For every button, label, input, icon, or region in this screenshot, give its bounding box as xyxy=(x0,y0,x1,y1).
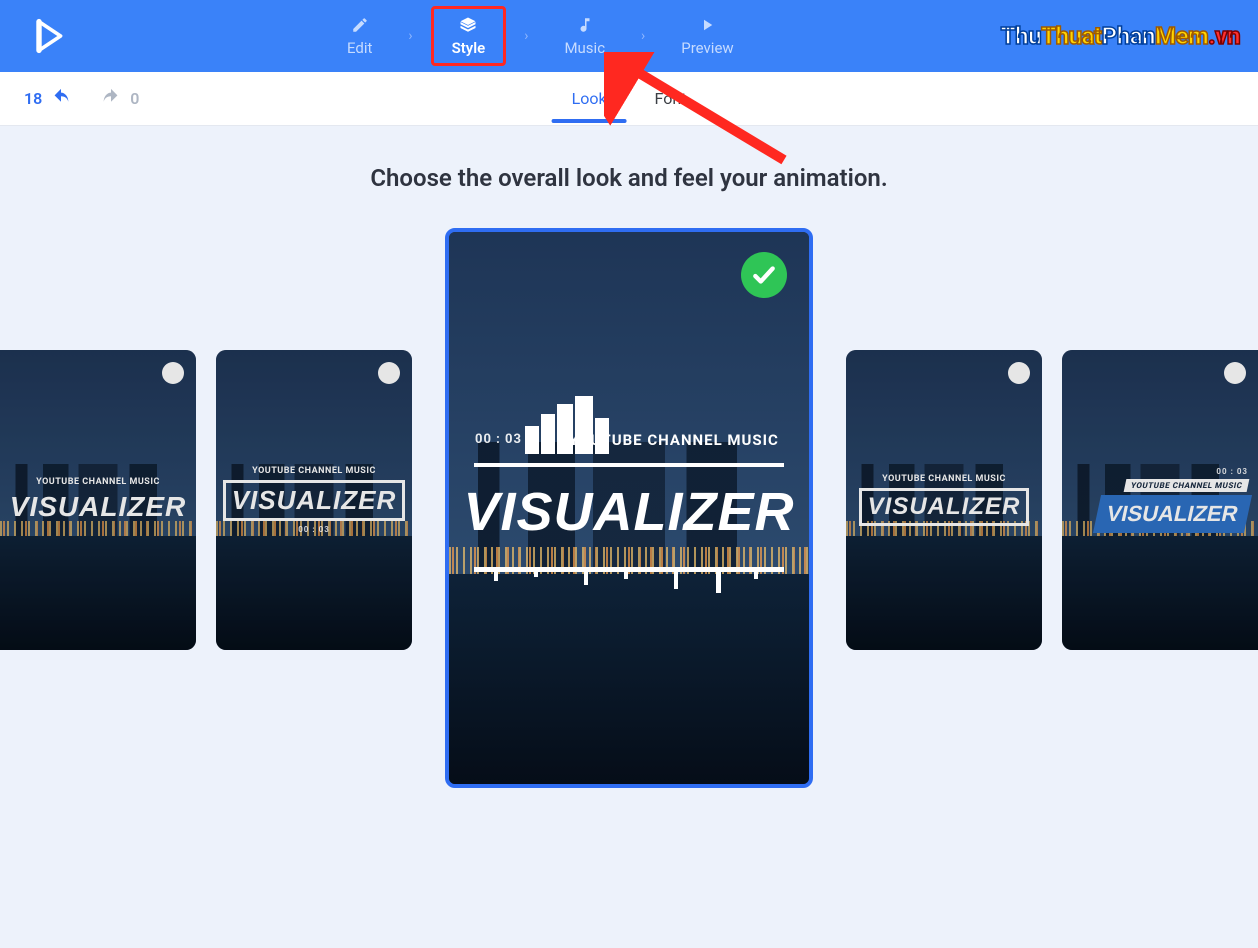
select-indicator[interactable] xyxy=(1224,362,1246,384)
redo-button[interactable]: 0 xyxy=(100,88,139,110)
watermark: ThuThuatPhanMem.vn xyxy=(1001,22,1240,50)
template-title: VISUALIZER xyxy=(10,491,186,523)
card-overlay: YOUTUBE CHANNEL MUSIC VISUALIZER xyxy=(0,350,196,650)
history-controls: 18 0 xyxy=(24,88,139,110)
style-card[interactable]: 00 : 03 YOUTUBE CHANNEL MUSIC VISUALIZER xyxy=(1062,350,1258,650)
selected-check-icon xyxy=(741,252,787,298)
equalizer-drip-icon xyxy=(474,567,784,593)
template-title: VISUALIZER xyxy=(223,480,406,521)
step-label: Music xyxy=(564,39,605,57)
template-title: VISUALIZER xyxy=(1093,495,1252,533)
step-style[interactable]: Style xyxy=(431,6,507,66)
redo-count: 0 xyxy=(130,89,139,108)
template-title: VISUALIZER xyxy=(859,488,1030,526)
style-card[interactable]: YOUTUBE CHANNEL MUSIC VISUALIZER 00 : 03 xyxy=(216,350,412,650)
select-indicator[interactable] xyxy=(1008,362,1030,384)
undo-count: 18 xyxy=(24,89,42,108)
style-carousel: YOUTUBE CHANNEL MUSIC VISUALIZER YOUTUBE… xyxy=(0,228,1258,848)
select-indicator[interactable] xyxy=(378,362,400,384)
style-card[interactable]: YOUTUBE CHANNEL MUSIC VISUALIZER xyxy=(846,350,1042,650)
music-note-icon xyxy=(575,15,595,35)
step-edit[interactable]: Edit xyxy=(329,9,390,63)
card-overlay: YOUTUBE CHANNEL MUSIC VISUALIZER 00 : 03 xyxy=(216,350,412,650)
card-overlay: 00 : 03 YOUTUBE CHANNEL MUSIC VISUALIZER xyxy=(449,232,809,784)
select-indicator[interactable] xyxy=(162,362,184,384)
chevron-right-icon: › xyxy=(641,28,645,44)
chevron-right-icon: › xyxy=(408,28,412,44)
annotation-arrow xyxy=(604,52,804,176)
timecode: 00 : 03 xyxy=(298,525,330,534)
card-overlay: 00 : 03 YOUTUBE CHANNEL MUSIC VISUALIZER xyxy=(1062,350,1258,650)
divider xyxy=(474,463,784,467)
channel-label: YOUTUBE CHANNEL MUSIC xyxy=(36,477,160,487)
timecode: 00 : 03 xyxy=(1216,467,1248,476)
play-logo-icon xyxy=(30,18,66,54)
undo-button[interactable]: 18 xyxy=(24,88,72,110)
channel-label: YOUTUBE CHANNEL MUSIC xyxy=(882,474,1006,484)
template-title: VISUALIZER xyxy=(463,481,794,543)
style-card-selected[interactable]: 00 : 03 YOUTUBE CHANNEL MUSIC VISUALIZER xyxy=(445,228,813,788)
channel-label: YOUTUBE CHANNEL MUSIC xyxy=(479,431,779,449)
style-card[interactable]: YOUTUBE CHANNEL MUSIC VISUALIZER xyxy=(0,350,196,650)
step-label: Style xyxy=(452,39,486,57)
wizard-steps: Edit › Style › Music › Preview xyxy=(80,6,1001,66)
play-icon xyxy=(697,15,717,35)
channel-label: YOUTUBE CHANNEL MUSIC xyxy=(252,466,376,476)
app-logo[interactable] xyxy=(16,18,80,54)
layers-icon xyxy=(458,15,478,35)
step-label: Edit xyxy=(347,39,372,57)
undo-icon xyxy=(50,88,72,110)
chevron-right-icon: › xyxy=(524,28,528,44)
card-overlay: YOUTUBE CHANNEL MUSIC VISUALIZER xyxy=(846,350,1042,650)
channel-label: YOUTUBE CHANNEL MUSIC xyxy=(1123,479,1249,492)
redo-icon xyxy=(100,88,122,110)
pencil-icon xyxy=(350,15,370,35)
